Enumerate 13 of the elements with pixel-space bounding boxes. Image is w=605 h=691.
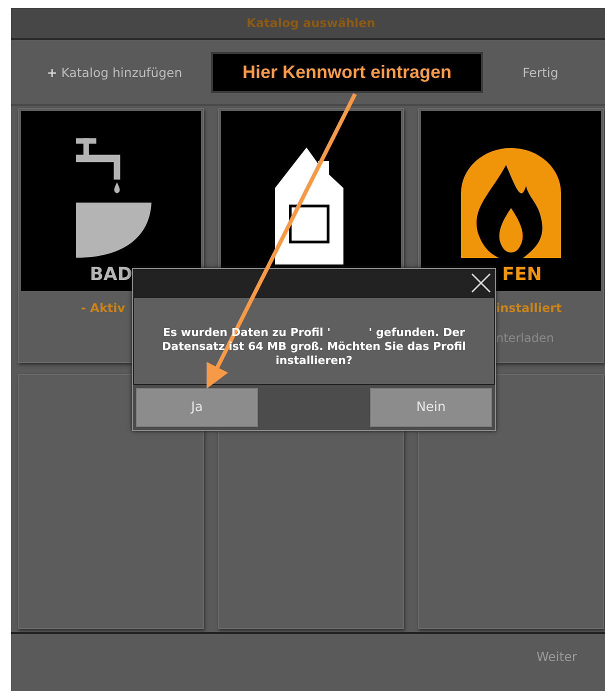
flame-icon xyxy=(461,148,561,258)
catalog-status: - Aktiv xyxy=(80,301,126,315)
window-title: Katalog auswählen xyxy=(246,16,376,30)
password-callout: Hier Kennwort eintragen xyxy=(211,52,483,92)
next-button[interactable]: Weiter xyxy=(530,648,583,665)
add-catalog-button[interactable]: + Katalog hinzufügen xyxy=(18,60,211,84)
no-button[interactable]: Nein xyxy=(370,388,492,427)
catalog-label: FEN xyxy=(502,264,542,285)
yes-button[interactable]: Ja xyxy=(136,388,258,427)
catalog-status: installiert xyxy=(495,301,563,315)
done-button[interactable]: Fertig xyxy=(483,60,598,84)
close-icon xyxy=(471,273,491,293)
catalog-label: BAD xyxy=(90,264,132,285)
